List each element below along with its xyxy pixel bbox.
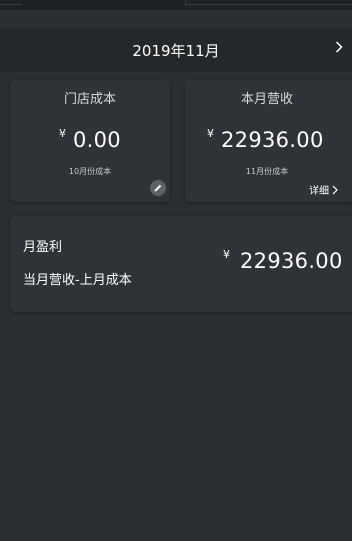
detail-label: 详细 bbox=[309, 186, 329, 197]
chevron-right-icon bbox=[332, 185, 338, 194]
top-strip-segment bbox=[185, 0, 352, 5]
profit-title: 月盈利 bbox=[23, 240, 63, 255]
chevron-right-icon bbox=[335, 41, 343, 53]
cost-card: 门店成本 ¥ 0.00 10月份成本 bbox=[10, 80, 170, 202]
revenue-card: 本月营收 ¥ 22936.00 11月份成本 详细 bbox=[185, 80, 352, 202]
edit-cost-button[interactable] bbox=[150, 180, 166, 196]
revenue-amount: 22936.00 bbox=[221, 128, 324, 152]
revenue-card-title: 本月营收 bbox=[240, 92, 293, 107]
cost-currency-symbol: ¥ bbox=[59, 127, 66, 140]
next-month-button[interactable] bbox=[332, 38, 346, 56]
profit-formula: 当月营收-上月成本 bbox=[23, 273, 132, 288]
top-strip bbox=[0, 0, 352, 10]
month-header: 2019年11月 bbox=[0, 28, 352, 72]
cost-caption: 10月份成本 bbox=[68, 167, 112, 176]
profit-amount: 22936.00 bbox=[240, 249, 343, 273]
cost-card-title: 门店成本 bbox=[63, 92, 116, 107]
profit-card: 月盈利 当月营收-上月成本 ¥ 22936.00 bbox=[10, 216, 352, 312]
pencil-icon bbox=[154, 184, 162, 192]
profit-currency-symbol: ¥ bbox=[223, 248, 230, 261]
top-strip-segment bbox=[0, 0, 22, 5]
revenue-caption: 11月份成本 bbox=[245, 167, 289, 176]
revenue-currency-symbol: ¥ bbox=[207, 127, 214, 140]
revenue-detail-link[interactable]: 详细 bbox=[309, 182, 338, 197]
cost-amount: 0.00 bbox=[73, 128, 121, 152]
month-title: 2019年11月 bbox=[132, 42, 220, 60]
